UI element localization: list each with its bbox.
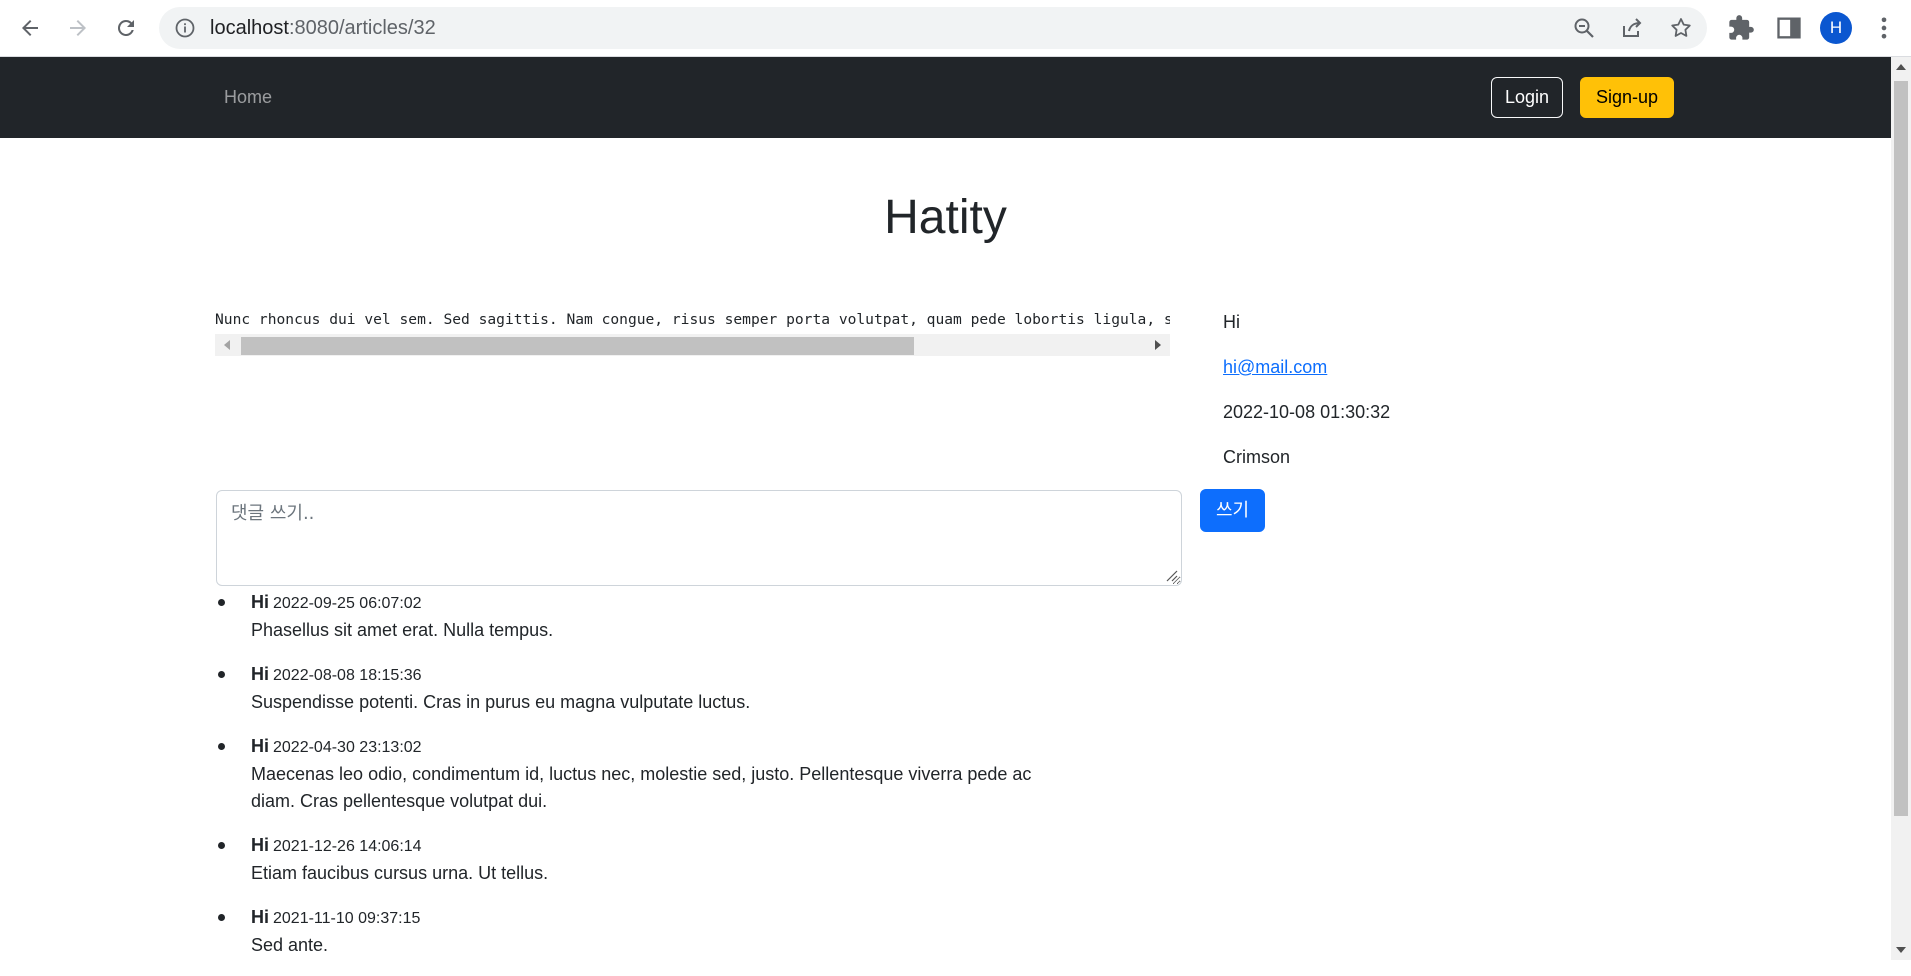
article-email: hi@mail.com <box>1223 357 1327 378</box>
article-title: Hatity <box>884 191 1007 244</box>
page-scrollbar-thumb[interactable] <box>1894 81 1908 816</box>
comment-content: Sed ante. <box>251 935 329 955</box>
comment-author: Hi <box>251 736 269 756</box>
scroll-left-icon[interactable] <box>224 340 230 350</box>
comment-time: 2021-11-10 09:37:15 <box>273 910 421 927</box>
horizontal-scrollbar[interactable] <box>215 334 1170 356</box>
zoom-icon[interactable] <box>1572 16 1596 40</box>
article-hashtag: Crimson <box>1223 447 1291 467</box>
article-content-scroll[interactable]: Nunc rhoncus dui vel sem. Sed sagittis. … <box>215 306 1170 358</box>
scroll-down-icon[interactable] <box>1896 947 1906 953</box>
back-icon[interactable] <box>14 12 46 44</box>
comment-author: Hi <box>251 835 269 855</box>
comment-author: Hi <box>251 664 269 684</box>
comment-content: Phasellus sit amet erat. Nulla tempus. <box>251 620 554 640</box>
comment-item: Hi 2022-09-25 06:07:02 Phasellus sit amet… <box>216 589 1076 644</box>
share-icon[interactable] <box>1620 16 1644 40</box>
menu-kebab-icon[interactable] <box>1870 14 1898 42</box>
submit-comment-button[interactable]: 쓰기 <box>1200 489 1265 532</box>
signup-button[interactable]: Sign-up <box>1580 77 1674 118</box>
comment-input[interactable] <box>216 490 1182 586</box>
profile-avatar[interactable]: H <box>1820 12 1852 44</box>
side-panel-icon[interactable] <box>1775 14 1803 42</box>
site-navbar: Home Login Sign-up <box>0 57 1891 138</box>
comment-item: Hi 2021-11-10 09:37:15 Sed ante. <box>216 904 1076 959</box>
forward-icon[interactable] <box>62 12 94 44</box>
comment-item: Hi 2022-04-30 23:13:02 Maecenas leo odio,… <box>216 733 1076 815</box>
scroll-up-icon[interactable] <box>1896 64 1906 70</box>
comment-content: Suspendisse potenti. Cras in purus eu ma… <box>251 692 751 712</box>
comment-author: Hi <box>251 907 269 927</box>
scroll-right-icon[interactable] <box>1155 340 1161 350</box>
comment-item: Hi 2021-12-26 14:06:14 Etiam faucibus cur… <box>216 832 1076 887</box>
extensions-puzzle-icon[interactable] <box>1727 14 1755 42</box>
comment-list: Hi 2022-09-25 06:07:02 Phasellus sit amet… <box>216 589 1076 976</box>
article-created-at: 2022-10-08 01:30:32 <box>1223 402 1391 422</box>
nav-home-link[interactable]: Home <box>224 57 272 138</box>
article-author: Hi <box>1223 312 1240 332</box>
login-button[interactable]: Login <box>1491 77 1563 118</box>
comment-content: Maecenas leo odio, condimentum id, luctu… <box>251 764 1032 811</box>
author-email-link[interactable]: hi@mail.com <box>1223 357 1327 377</box>
resize-grip-icon[interactable] <box>1166 570 1178 582</box>
address-bar[interactable]: localhost:8080/articles/32 <box>159 7 1707 49</box>
site-info-icon[interactable] <box>175 18 195 38</box>
comment-time: 2021-12-26 14:06:14 <box>273 838 422 855</box>
comment-content: Etiam faucibus cursus urna. Ut tellus. <box>251 863 549 883</box>
article-content: Nunc rhoncus dui vel sem. Sed sagittis. … <box>215 311 1170 328</box>
comment-time: 2022-08-08 18:15:36 <box>273 667 422 684</box>
comment-time: 2022-04-30 23:13:02 <box>273 739 422 756</box>
comment-item: Hi 2022-08-08 18:15:36 Suspendisse potent… <box>216 661 1076 716</box>
reload-icon[interactable] <box>110 12 142 44</box>
url-text: localhost:8080/articles/32 <box>210 17 436 39</box>
comment-author: Hi <box>251 592 269 612</box>
scrollbar-thumb[interactable] <box>241 337 914 355</box>
browser-toolbar: localhost:8080/articles/32 H <box>0 0 1911 57</box>
comment-time: 2022-09-25 06:07:02 <box>273 595 422 612</box>
page-vertical-scrollbar[interactable] <box>1891 57 1911 960</box>
bookmark-star-icon[interactable] <box>1669 16 1693 40</box>
